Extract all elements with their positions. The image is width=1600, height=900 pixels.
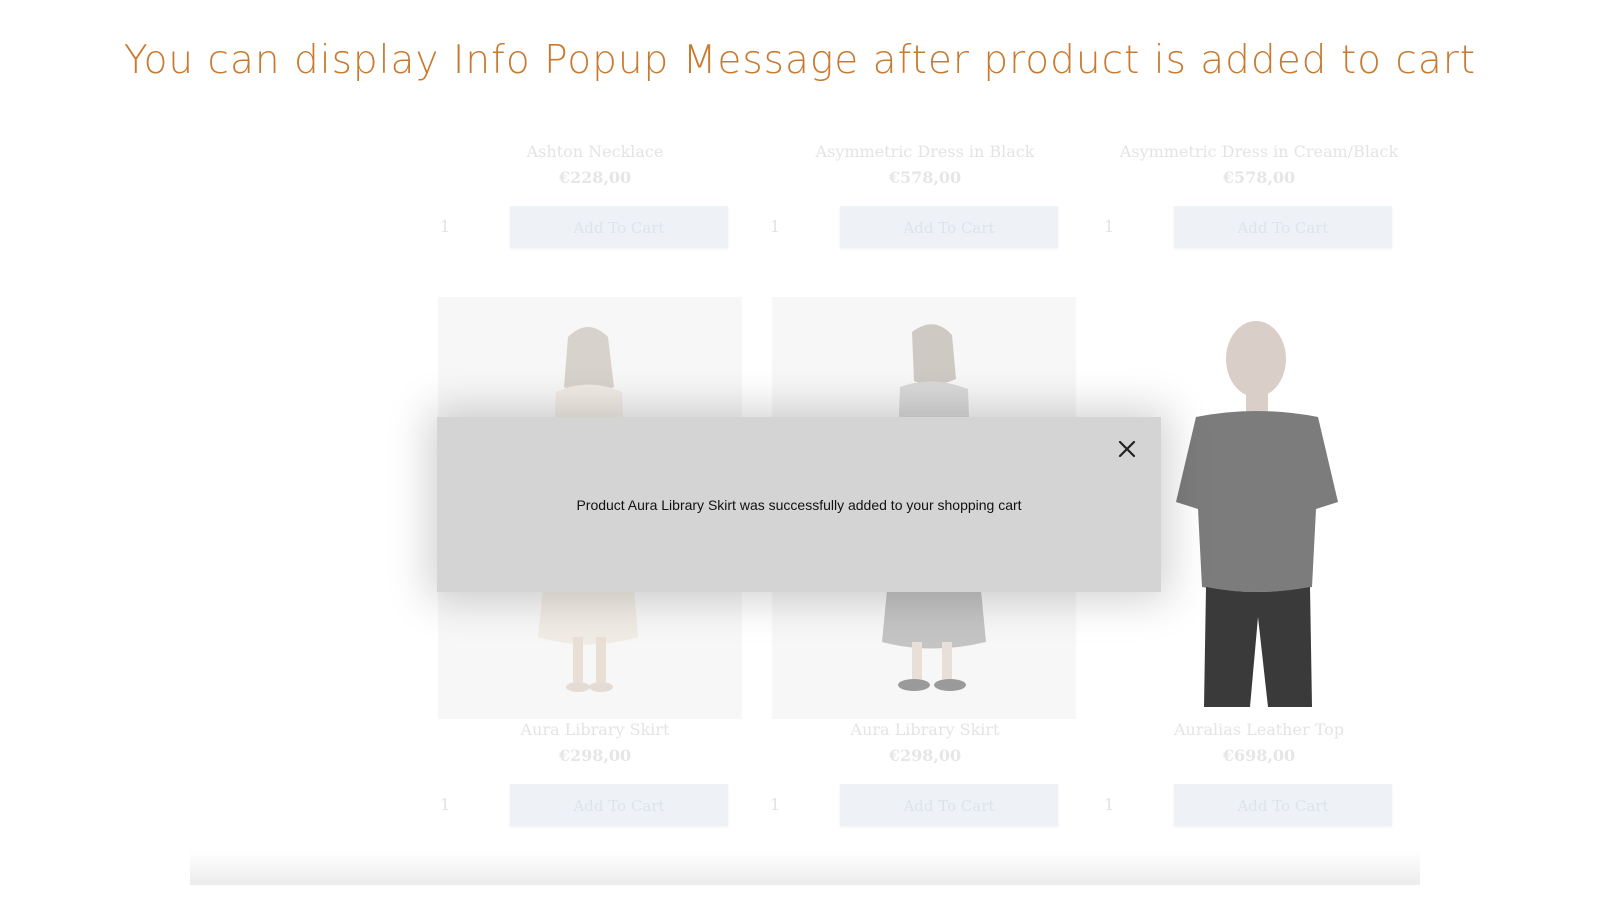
add-to-cart-button[interactable]: Add To Cart xyxy=(1174,206,1392,248)
cart-row: 1 Add To Cart xyxy=(760,784,1090,826)
product-price: €298,00 xyxy=(558,746,632,765)
info-popup: Product Aura Library Skirt was successfu… xyxy=(437,417,1161,592)
quantity-input[interactable]: 1 xyxy=(440,795,480,814)
add-to-cart-button[interactable]: Add To Cart xyxy=(1174,784,1392,826)
add-to-cart-button[interactable]: Add To Cart xyxy=(840,206,1058,248)
quantity-input[interactable]: 1 xyxy=(1104,217,1144,236)
bottom-fade xyxy=(190,851,1420,885)
product-name[interactable]: Ashton Necklace xyxy=(430,142,760,162)
product-card: Aura Library Skirt €298,00 1 Add To Cart xyxy=(430,720,760,826)
product-name[interactable]: Auralias Leather Top xyxy=(1094,720,1424,740)
headline: You can display Info Popup Message after… xyxy=(123,38,1477,83)
page: You can display Info Popup Message after… xyxy=(0,0,1600,900)
cart-row: 1 Add To Cart xyxy=(430,206,760,248)
product-card: Aura Library Skirt €298,00 1 Add To Cart xyxy=(760,720,1090,826)
product-name[interactable]: Asymmetric Dress in Cream/Black xyxy=(1094,142,1424,162)
popup-message: Product Aura Library Skirt was successfu… xyxy=(576,497,1022,513)
product-name[interactable]: Asymmetric Dress in Black xyxy=(760,142,1090,162)
product-price: €698,00 xyxy=(1222,746,1296,765)
add-to-cart-button[interactable]: Add To Cart xyxy=(510,784,728,826)
product-card: Asymmetric Dress in Cream/Black €578,00 … xyxy=(1094,142,1424,248)
product-card: Auralias Leather Top €698,00 1 Add To Ca… xyxy=(1094,720,1424,826)
cart-row: 1 Add To Cart xyxy=(1094,206,1424,248)
product-card: Asymmetric Dress in Black €578,00 1 Add … xyxy=(760,142,1090,248)
close-icon[interactable] xyxy=(1115,437,1139,461)
product-price: €578,00 xyxy=(888,168,962,187)
product-name[interactable]: Aura Library Skirt xyxy=(430,720,760,740)
quantity-input[interactable]: 1 xyxy=(770,795,810,814)
cart-row: 1 Add To Cart xyxy=(760,206,1090,248)
product-price: €228,00 xyxy=(558,168,632,187)
cart-row: 1 Add To Cart xyxy=(430,784,760,826)
quantity-input[interactable]: 1 xyxy=(440,217,480,236)
cart-row: 1 Add To Cart xyxy=(1094,784,1424,826)
product-price: €578,00 xyxy=(1222,168,1296,187)
add-to-cart-button[interactable]: Add To Cart xyxy=(510,206,728,248)
product-card: Ashton Necklace €228,00 1 Add To Cart xyxy=(430,142,760,248)
add-to-cart-button[interactable]: Add To Cart xyxy=(840,784,1058,826)
product-price: €298,00 xyxy=(888,746,962,765)
quantity-input[interactable]: 1 xyxy=(1104,795,1144,814)
product-name[interactable]: Aura Library Skirt xyxy=(760,720,1090,740)
quantity-input[interactable]: 1 xyxy=(770,217,810,236)
